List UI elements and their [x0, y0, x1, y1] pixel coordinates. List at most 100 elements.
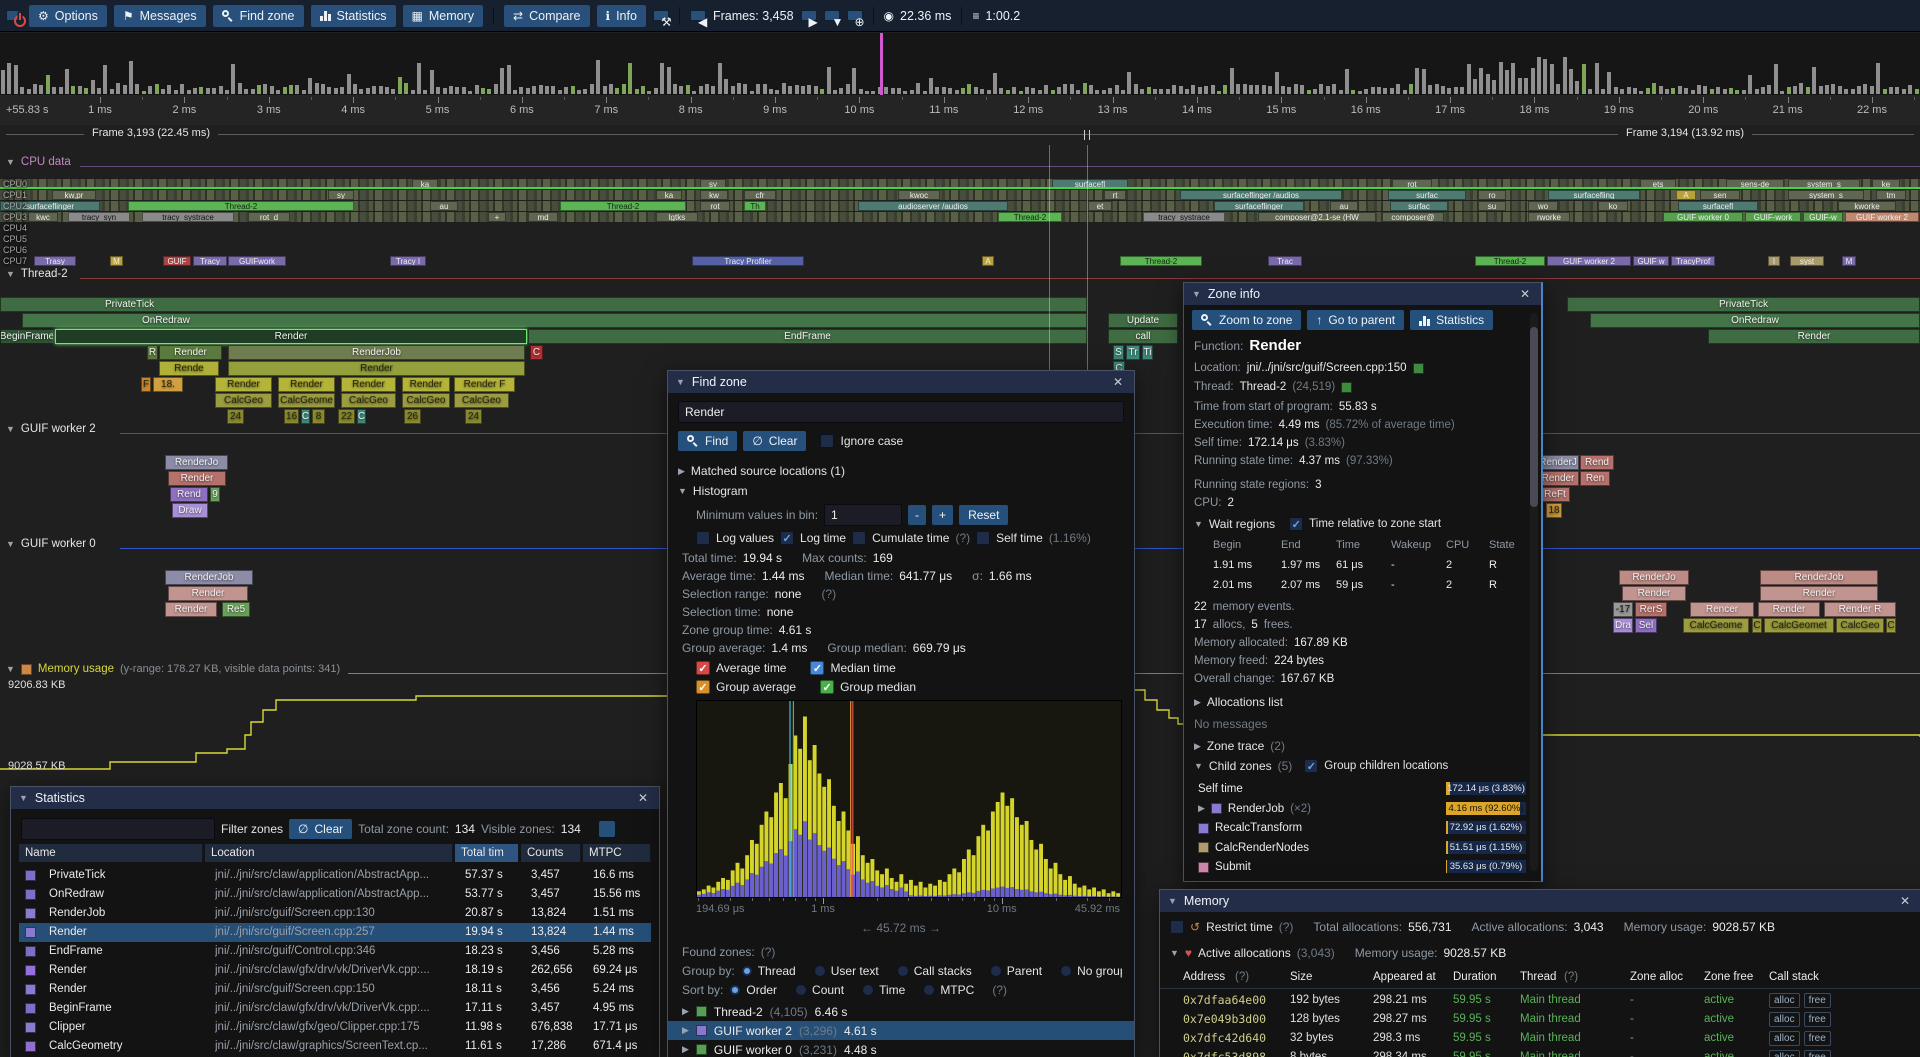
group-children-checkbox[interactable]: ✓Group children locations: [1304, 759, 1448, 773]
zone-group-row[interactable]: ▶GUIF worker 2(3,296)4.61 s: [668, 1021, 1134, 1040]
table-row[interactable]: Clipperjni/../jni/src/claw/gfx/geo/Clipp…: [19, 1018, 651, 1037]
zone[interactable]: C: [1886, 618, 1896, 633]
cpu-zone[interactable]: tracy_syn: [68, 212, 130, 222]
zone[interactable]: Render: [159, 345, 222, 360]
cpu-zone[interactable]: +: [488, 212, 506, 222]
zoom-to-zone-button[interactable]: Zoom to zone: [1192, 310, 1301, 330]
frame-marker-left[interactable]: Frame 3,193 (22.45 ms): [84, 127, 218, 139]
checkbox[interactable]: ✓: [1304, 759, 1318, 773]
frame-timeline-strip[interactable]: [0, 33, 1920, 96]
radio-button[interactable]: [795, 984, 807, 996]
zone[interactable]: CalcGeo: [402, 393, 450, 408]
cpu-zone[interactable]: GUIF w: [1633, 256, 1669, 266]
radio-option[interactable]: Time: [862, 983, 905, 997]
scrollbar-thumb[interactable]: [1530, 327, 1538, 507]
checkbox[interactable]: [820, 434, 834, 448]
selected-frame-marker[interactable]: [880, 33, 883, 95]
zone[interactable]: ReFt: [1540, 487, 1570, 502]
cpu-zone[interactable]: A: [1676, 190, 1696, 200]
wait-regions-header[interactable]: ▼ Wait regions ✓Time relative to zone st…: [1194, 517, 1441, 531]
tools-button[interactable]: ⚒: [653, 10, 669, 21]
cpu-zone[interactable]: tracy_systrace: [1143, 212, 1225, 222]
radio-button[interactable]: [814, 965, 826, 977]
cpu-zone[interactable]: rot_d: [248, 212, 290, 222]
cpu-zone[interactable]: syst: [1790, 256, 1824, 266]
radio-button[interactable]: [862, 984, 874, 996]
zone[interactable]: C: [357, 409, 366, 424]
cpu-zone[interactable]: et: [1088, 201, 1112, 211]
zone[interactable]: Ti: [1142, 345, 1153, 360]
legend-checkbox[interactable]: ✓Group median: [820, 680, 916, 694]
cpu-zone[interactable]: GUIF worker 2: [1547, 256, 1631, 266]
cpu-zone[interactable]: ko: [1598, 201, 1628, 211]
go-to-parent-button[interactable]: ↑Go to parent: [1307, 310, 1404, 330]
zone[interactable]: Sel: [1635, 618, 1657, 633]
zone[interactable]: F: [141, 377, 151, 392]
close-icon[interactable]: ✕: [1517, 287, 1533, 301]
call-stack-button[interactable]: alloc: [1769, 1050, 1800, 1057]
cpu-zone[interactable]: surfacefling: [1548, 190, 1640, 200]
cpu-zone[interactable]: au: [1330, 201, 1358, 211]
memory-button[interactable]: ▦Memory: [403, 5, 484, 27]
zone[interactable]: RenderJob: [228, 345, 525, 360]
find-zone-button[interactable]: Find zone: [213, 5, 304, 27]
expand-icon[interactable]: ▶: [682, 1044, 689, 1055]
cpu-zone[interactable]: rt: [1104, 190, 1126, 200]
expand-icon[interactable]: ▶: [1194, 697, 1201, 708]
zone-group-row[interactable]: ▶GUIF worker 0(3,231)4.48 s: [668, 1040, 1134, 1057]
zone[interactable]: 18: [1546, 503, 1562, 518]
info-button[interactable]: ℹInfo: [597, 5, 646, 27]
cpu-zone[interactable]: au: [430, 201, 458, 211]
zone[interactable]: CalcGeome: [1683, 618, 1749, 633]
zone[interactable]: RenderJo: [1619, 570, 1689, 585]
cpu-zone[interactable]: rot: [700, 201, 730, 211]
zone[interactable]: RerS: [1635, 602, 1667, 617]
child-zone-row[interactable]: Submit35.63 μs (0.79%): [1184, 858, 1541, 876]
increment-button[interactable]: +: [932, 505, 953, 525]
checkbox[interactable]: ✓: [820, 680, 834, 694]
cpu-zone[interactable]: Thread-2: [1120, 256, 1202, 266]
zone[interactable]: BeginFrame: [0, 329, 54, 344]
zone[interactable]: 26: [404, 409, 421, 424]
cpu-zone[interactable]: system_s: [1788, 190, 1864, 200]
zoom-to-frame-button[interactable]: ⊕: [847, 10, 863, 21]
section-header[interactable]: ▼GUIF worker 0: [6, 538, 104, 550]
cpu-zone[interactable]: GUIF: [163, 256, 191, 266]
section-header[interactable]: ▼Thread-2: [6, 268, 76, 280]
call-stack-button[interactable]: alloc: [1769, 1012, 1800, 1027]
radio-button[interactable]: [741, 965, 753, 977]
cpu-zone[interactable]: tm: [1876, 190, 1906, 200]
cpu-zone[interactable]: Thread-2: [128, 201, 354, 211]
open-source-button[interactable]: [1413, 363, 1424, 374]
close-icon[interactable]: ✕: [1110, 375, 1126, 389]
table-row[interactable]: Renderjni/../jni/src/guif/Screen.cpp:257…: [19, 923, 651, 942]
zone[interactable]: C: [1752, 618, 1762, 633]
cpu-zone[interactable]: Trasy: [34, 256, 76, 266]
checkbox[interactable]: ✓: [696, 680, 710, 694]
child-zones-header[interactable]: ▼ Child zones(5) ✓Group children locatio…: [1194, 759, 1448, 773]
matched-locations-header[interactable]: ▶Matched source locations (1): [678, 464, 845, 478]
expand-icon[interactable]: ▶: [678, 466, 685, 477]
cpu-zone[interactable]: sen: [1700, 190, 1740, 200]
table-row[interactable]: RenderJobjni/../jni/src/guif/Screen.cpp:…: [19, 904, 651, 923]
cpu-zone[interactable]: M: [1842, 256, 1856, 266]
zone[interactable]: Render: [215, 377, 272, 392]
zone[interactable]: PrivateTick: [0, 297, 1087, 312]
zone[interactable]: Render F: [454, 377, 515, 392]
zone[interactable]: Re5: [222, 602, 250, 617]
table-row[interactable]: Renderjni/../jni/src/guif/Screen.cpp:150…: [19, 980, 651, 999]
zone[interactable]: 9: [210, 487, 220, 502]
call-stack-button[interactable]: free: [1804, 1050, 1831, 1057]
cpu-zone[interactable]: surfaceflinger /audios: [1180, 190, 1342, 200]
zone-info-titlebar[interactable]: ▼ Zone info ✕: [1184, 283, 1541, 305]
table-row[interactable]: 0x7dfaa64e00192 bytes298.21 ms59.95 sMai…: [1160, 991, 1920, 1010]
child-zone-row[interactable]: ▶RenderJob(×2)4.16 ms (92.60%): [1184, 800, 1541, 818]
zone-statistics-button[interactable]: Statistics: [1410, 310, 1493, 330]
call-stack-button[interactable]: free: [1804, 1012, 1831, 1027]
section-header[interactable]: ▼Memory usage(y-range: 178.27 KB, visibl…: [6, 663, 348, 675]
zone[interactable]: 24: [465, 409, 482, 424]
min-bin-input[interactable]: [824, 504, 902, 526]
table-row[interactable]: EndFramejni/../jni/src/guif/Control.cpp:…: [19, 942, 651, 961]
radio-button[interactable]: [729, 984, 741, 996]
cpu-zone[interactable]: GUIF-work: [1745, 212, 1801, 222]
